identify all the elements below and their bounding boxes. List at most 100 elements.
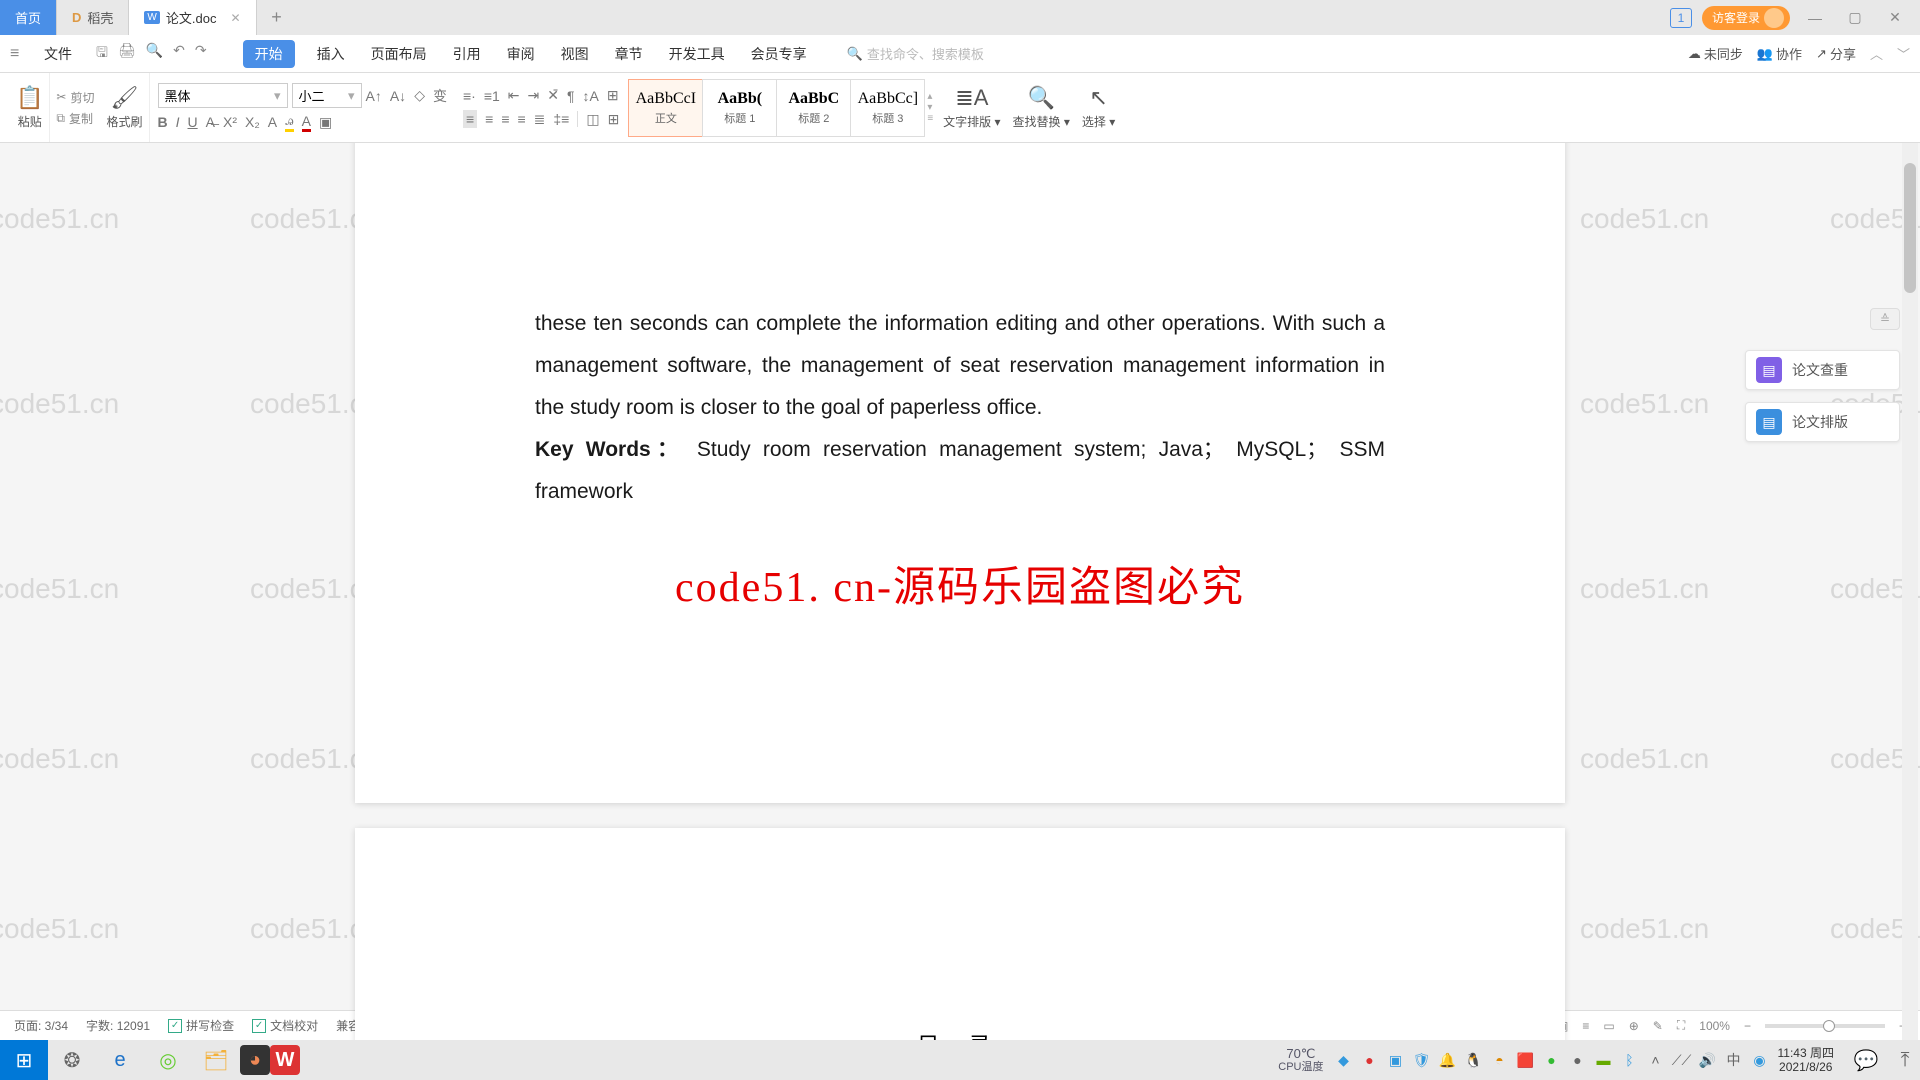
hamburger-icon[interactable]: ≡ bbox=[10, 45, 30, 63]
zoom-out-icon[interactable]: − bbox=[1744, 1019, 1751, 1033]
tab-chapter[interactable]: 章节 bbox=[611, 40, 647, 68]
italic-icon[interactable]: I bbox=[176, 114, 180, 130]
tray-app5[interactable]: 🟥 bbox=[1516, 1052, 1536, 1069]
highlight-icon[interactable]: ꭿ bbox=[285, 112, 293, 132]
weather-widget[interactable]: 70℃ CPU温度 bbox=[1278, 1047, 1323, 1073]
tab-document[interactable]: W 论文.doc ✕ bbox=[129, 0, 256, 35]
styles-more[interactable]: ▴▾≡ bbox=[925, 89, 935, 126]
panel-collapse-icon[interactable]: ≙ bbox=[1870, 308, 1900, 330]
char-border-icon[interactable]: ▣ bbox=[319, 114, 332, 131]
tab-dev-tools[interactable]: 开发工具 bbox=[665, 40, 729, 68]
maximize-button[interactable]: ▢ bbox=[1840, 9, 1870, 26]
collaborate-button[interactable]: 👥协作 bbox=[1757, 44, 1802, 63]
tray-volume[interactable]: 🔊 bbox=[1698, 1052, 1718, 1069]
show-marks-icon[interactable]: ¶ bbox=[567, 88, 575, 104]
style-body[interactable]: AaBbCcI正文 bbox=[628, 79, 703, 137]
read-mode-icon[interactable]: ▭ bbox=[1603, 1019, 1614, 1033]
tab-review[interactable]: 审阅 bbox=[503, 40, 539, 68]
indent-icon[interactable]: ⇥ bbox=[528, 87, 540, 104]
minimize-button[interactable]: — bbox=[1800, 10, 1830, 26]
tray-app1[interactable]: ◆ bbox=[1334, 1052, 1354, 1069]
format-painter-group[interactable]: 🖌 格式刷 bbox=[100, 73, 149, 142]
badge-1[interactable]: 1 bbox=[1670, 8, 1692, 28]
tray-penguin[interactable]: 🐧 bbox=[1464, 1052, 1484, 1069]
start-button[interactable]: ⊞ bbox=[0, 1040, 48, 1080]
close-button[interactable]: ✕ bbox=[1880, 9, 1910, 26]
tab-references[interactable]: 引用 bbox=[449, 40, 485, 68]
strike-icon[interactable]: A̶ bbox=[206, 114, 215, 130]
clock[interactable]: 11:43 周四 2021/8/26 bbox=[1770, 1046, 1843, 1075]
shading-icon[interactable]: ◫ bbox=[586, 111, 599, 128]
login-button[interactable]: 访客登录 bbox=[1702, 6, 1790, 30]
app-ie[interactable]: e bbox=[96, 1040, 144, 1080]
tray-search[interactable]: ◉ bbox=[1750, 1052, 1770, 1069]
paper-check-button[interactable]: ▤ 论文查重 bbox=[1745, 350, 1900, 390]
cut-button[interactable]: ✂剪切 bbox=[56, 89, 94, 106]
page-1-content[interactable]: these ten seconds can complete the infor… bbox=[535, 143, 1385, 513]
tray-app2[interactable]: ● bbox=[1360, 1052, 1380, 1068]
bullets-icon[interactable]: ≡· bbox=[463, 88, 476, 104]
tray-shield[interactable]: 🛡 bbox=[1412, 1052, 1432, 1069]
preview-icon[interactable]: 🔍 bbox=[146, 42, 163, 66]
tab-close-icon[interactable]: ✕ bbox=[230, 11, 240, 25]
app-explorer[interactable]: 🗂 bbox=[192, 1040, 240, 1080]
text-layout-group[interactable]: ≣A 文字排版 ▾ bbox=[937, 73, 1006, 142]
app-orange[interactable]: ◕ bbox=[240, 1045, 270, 1075]
tray-app3[interactable]: ▣ bbox=[1386, 1052, 1406, 1069]
command-search[interactable]: 🔍 查找命令、搜索模板 bbox=[847, 44, 984, 63]
tab-page-layout[interactable]: 页面布局 bbox=[367, 40, 431, 68]
borders-icon[interactable]: ⊞ bbox=[607, 87, 619, 104]
vertical-scrollbar[interactable] bbox=[1902, 143, 1918, 1040]
file-menu[interactable]: 文件 bbox=[36, 44, 80, 64]
pin-icon[interactable]: ⤒ bbox=[1890, 1040, 1920, 1080]
tab-daoker[interactable]: D 稻壳 bbox=[57, 0, 129, 35]
outline-icon[interactable]: ≡ bbox=[1582, 1019, 1589, 1033]
sort-icon[interactable]: ✕̄ bbox=[547, 87, 559, 104]
clear-format-icon[interactable]: ◇ bbox=[414, 87, 425, 104]
save-icon[interactable]: 🖫 bbox=[96, 42, 108, 66]
justify-icon[interactable]: ≡ bbox=[517, 111, 525, 127]
text-effects-icon[interactable]: A bbox=[268, 114, 277, 130]
sync-status[interactable]: ☁未同步 bbox=[1688, 44, 1743, 63]
web-icon[interactable]: ⊕ bbox=[1629, 1019, 1639, 1033]
tab-view[interactable]: 视图 bbox=[557, 40, 593, 68]
copy-button[interactable]: ⧉复制 bbox=[56, 110, 94, 127]
line-spacing-icon[interactable]: ↕A bbox=[583, 88, 599, 104]
style-h3[interactable]: AaBbCc]标题 3 bbox=[850, 79, 925, 137]
outdent-icon[interactable]: ⇤ bbox=[508, 87, 520, 104]
align-left-icon[interactable]: ≡ bbox=[463, 110, 477, 128]
redo-icon[interactable]: ↷ bbox=[195, 42, 207, 66]
subscript-icon[interactable]: X₂ bbox=[245, 114, 260, 130]
paste-icon[interactable]: 📋 bbox=[16, 85, 43, 111]
app-spiral[interactable]: ❂ bbox=[48, 1040, 96, 1080]
phonetic-icon[interactable]: 变 bbox=[433, 86, 447, 106]
bold-icon[interactable]: B bbox=[158, 114, 168, 130]
tab-home[interactable]: 首页 bbox=[0, 0, 57, 35]
tray-wifi[interactable]: ⟋⟋ bbox=[1672, 1052, 1692, 1069]
undo-icon[interactable]: ↶ bbox=[173, 42, 185, 66]
tray-app6[interactable]: ● bbox=[1542, 1052, 1562, 1068]
app-wps[interactable]: W bbox=[270, 1045, 300, 1075]
tab-insert[interactable]: 插入 bbox=[313, 40, 349, 68]
zoom-percent[interactable]: 100% bbox=[1699, 1019, 1730, 1033]
zoom-slider[interactable] bbox=[1765, 1024, 1885, 1028]
tray-dot[interactable]: ● bbox=[1568, 1052, 1588, 1068]
select-group[interactable]: ↖ 选择 ▾ bbox=[1076, 73, 1121, 142]
proofread-toggle[interactable]: ✓文档校对 bbox=[252, 1017, 318, 1034]
underline-icon[interactable]: U bbox=[188, 114, 198, 130]
page-indicator[interactable]: 页面: 3/34 bbox=[14, 1017, 68, 1034]
collapse-up-icon[interactable]: ︿ bbox=[1870, 44, 1883, 63]
align-center-icon[interactable]: ≡ bbox=[485, 111, 493, 127]
edit-icon[interactable]: ✎ bbox=[1653, 1019, 1663, 1033]
print-icon[interactable]: 🖨 bbox=[118, 42, 136, 66]
app-browser[interactable]: ◎ bbox=[144, 1040, 192, 1080]
tray-up-icon[interactable]: ˄ bbox=[1646, 1052, 1666, 1068]
tray-ime[interactable]: 中 bbox=[1724, 1050, 1744, 1070]
share-button[interactable]: ↗分享 bbox=[1816, 44, 1856, 63]
collapse-down-icon[interactable]: ﹀ bbox=[1897, 44, 1910, 63]
notifications-icon[interactable]: 💬 bbox=[1842, 1040, 1890, 1080]
fit-icon[interactable]: ⛶ bbox=[1677, 1018, 1685, 1033]
table-icon[interactable]: ⊞ bbox=[608, 111, 620, 128]
numbering-icon[interactable]: ≡1 bbox=[484, 88, 500, 104]
paper-layout-button[interactable]: ▤ 论文排版 bbox=[1745, 402, 1900, 442]
